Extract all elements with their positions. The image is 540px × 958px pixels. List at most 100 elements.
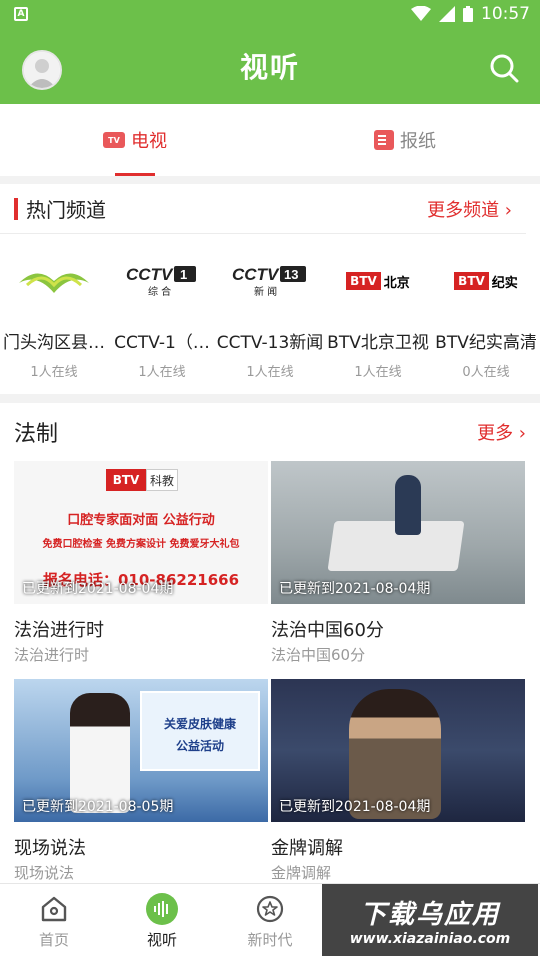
nav-home-label: 首页 xyxy=(38,930,69,949)
program-thumbnail: 关爱皮肤健康 公益活动 已更新到2021-08-05期 xyxy=(14,679,268,822)
channel-name: BTV纪实高清 xyxy=(435,333,537,353)
thumb-board-line-2: 公益活动 xyxy=(175,739,224,753)
star-circle-icon xyxy=(254,893,286,925)
thumb-board: 关爱皮肤健康 公益活动 xyxy=(140,691,260,771)
thumb-person xyxy=(395,475,421,535)
channel-name: 门头沟区县… xyxy=(3,333,105,353)
nav-new-era[interactable]: 新时代 xyxy=(216,884,324,958)
thumb-line-1: 口腔专家面对面 公益行动 xyxy=(67,513,215,528)
hot-channels-header: 热门频道 更多频道 › xyxy=(0,184,526,234)
notification-a-icon: A xyxy=(14,7,28,21)
program-card[interactable]: 已更新到2021-08-04期 金牌调解 金牌调解 xyxy=(271,679,525,897)
page-title: 视听 xyxy=(239,51,300,84)
cctv13-logo-text: CCTV xyxy=(232,265,280,284)
legal-more-link[interactable]: 更多 › xyxy=(477,419,526,445)
program-title: 现场说法 xyxy=(14,838,86,859)
home-icon xyxy=(38,893,70,925)
user-icon xyxy=(24,52,60,88)
hot-channels-section: 热门频道 更多频道 › 门头沟区县… 1人在线 CCTV 1 综 合 CCTV-… xyxy=(0,184,540,394)
legal-section: 法制 更多 › BTV 科教 口腔专家面对面 公益行动 免费口腔检查 免费方案设… xyxy=(0,403,540,883)
program-title: 法治进行时 xyxy=(14,620,104,641)
more-channels-link[interactable]: 更多频道 › xyxy=(427,196,512,222)
wifi-icon xyxy=(411,6,431,21)
legal-title: 法制 xyxy=(14,422,59,447)
thumb-brand-sub: 科教 xyxy=(146,469,178,491)
nav-home[interactable]: 首页 xyxy=(0,884,108,958)
program-subtitle: 金牌调解 xyxy=(271,864,332,882)
cctv13-logo-num: 13 xyxy=(284,267,298,282)
hot-channels-title: 热门频道 xyxy=(14,194,106,223)
search-button[interactable] xyxy=(488,52,520,84)
channel-online-count: 0人在线 xyxy=(462,365,510,380)
channel-list: 门头沟区县… 1人在线 CCTV 1 综 合 CCTV-1（… 1人在线 CCT… xyxy=(0,256,540,380)
program-thumbnail: 已更新到2021-08-04期 xyxy=(271,461,525,604)
thumb-line-2: 免费口腔检查 免费方案设计 免费爱牙大礼包 xyxy=(42,539,240,550)
tab-tv[interactable]: TV 电视 xyxy=(0,104,270,176)
newspaper-icon xyxy=(374,130,394,150)
program-card[interactable]: 已更新到2021-08-04期 法治中国60分 法治中国60分 xyxy=(271,461,525,679)
nav-audiovisual[interactable]: 视听 xyxy=(108,884,216,958)
tab-tv-label: 电视 xyxy=(131,131,167,152)
thumb-board-line-1: 关爱皮肤健康 xyxy=(163,717,236,731)
watermark-title: 下载乌应用 xyxy=(359,899,500,930)
program-thumbnail: BTV 科教 口腔专家面对面 公益行动 免费口腔检查 免费方案设计 免费爱牙大礼… xyxy=(14,461,268,604)
status-bar: A 10:57 xyxy=(0,0,540,28)
program-subtitle: 法治进行时 xyxy=(14,646,90,664)
update-label: 已更新到2021-08-04期 xyxy=(279,581,431,597)
program-title: 金牌调解 xyxy=(271,838,343,859)
content-tabs: TV 电视 报纸 xyxy=(0,104,540,176)
cctv13-logo: CCTV 13 新 闻 xyxy=(225,256,315,306)
channel-item[interactable]: CCTV 1 综 合 CCTV-1（… 1人在线 xyxy=(108,256,216,380)
btv-beijing-text: 北京 xyxy=(383,275,410,291)
nav-new-era-label: 新时代 xyxy=(247,930,293,949)
battery-icon xyxy=(463,6,473,22)
status-time: 10:57 xyxy=(481,4,530,24)
channel-item[interactable]: CCTV 13 新 闻 CCTV-13新闻 1人在线 xyxy=(216,256,324,380)
channel-name: CCTV-13新闻 xyxy=(216,333,324,353)
program-card[interactable]: 关爱皮肤健康 公益活动 已更新到2021-08-05期 现场说法 现场说法 xyxy=(14,679,268,897)
cctv1-logo-text: CCTV xyxy=(126,265,174,284)
update-label: 已更新到2021-08-05期 xyxy=(22,799,174,815)
channel-item[interactable]: BTV 纪实 BTV纪实高清 0人在线 xyxy=(432,256,540,380)
channel-item[interactable]: BTV 北京 BTV北京卫视 1人在线 xyxy=(324,256,432,380)
signal-icon xyxy=(439,6,455,22)
thumb-anchor xyxy=(70,693,130,813)
program-grid: BTV 科教 口腔专家面对面 公益行动 免费口腔检查 免费方案设计 免费爱牙大礼… xyxy=(0,461,540,897)
thumb-brand: BTV xyxy=(106,469,146,491)
top-bar: A 10:57 视听 xyxy=(0,0,540,104)
program-thumbnail: 已更新到2021-08-04期 xyxy=(271,679,525,822)
avatar[interactable] xyxy=(22,50,62,90)
channel-online-count: 1人在线 xyxy=(30,365,78,380)
cctv1-logo-sub: 综 合 xyxy=(148,285,171,298)
search-icon xyxy=(490,54,519,83)
cctv1-logo: CCTV 1 综 合 xyxy=(117,256,207,306)
program-subtitle: 法治中国60分 xyxy=(271,646,366,664)
program-card[interactable]: BTV 科教 口腔专家面对面 公益行动 免费口腔检查 免费方案设计 免费爱牙大礼… xyxy=(14,461,268,679)
update-label: 已更新到2021-08-04期 xyxy=(22,581,174,597)
program-title: 法治中国60分 xyxy=(271,620,384,641)
watermark: 下载乌应用 www.xiazainiao.com xyxy=(322,884,538,956)
nav-audiovisual-label: 视听 xyxy=(146,930,177,949)
channel-online-count: 1人在线 xyxy=(354,365,402,380)
btv-badge: BTV xyxy=(346,272,381,290)
cctv13-logo-sub: 新 闻 xyxy=(254,285,277,298)
audio-wave-icon xyxy=(146,892,178,925)
green-arc-logo xyxy=(9,256,99,306)
update-label: 已更新到2021-08-04期 xyxy=(279,799,431,815)
channel-online-count: 1人在线 xyxy=(138,365,186,380)
tab-newspaper-label: 报纸 xyxy=(400,131,436,152)
program-subtitle: 现场说法 xyxy=(14,864,75,882)
legal-header: 法制 更多 › xyxy=(0,403,540,461)
cctv1-logo-num: 1 xyxy=(180,267,187,282)
channel-name: BTV北京卫视 xyxy=(327,333,429,353)
btv-beijing-logo: BTV 北京 xyxy=(333,256,423,306)
channel-item[interactable]: 门头沟区县… 1人在线 xyxy=(0,256,108,380)
btv-badge: BTV xyxy=(454,272,489,290)
app-bar: 视听 xyxy=(0,28,540,104)
watermark-url: www.xiazainiao.com xyxy=(349,930,511,947)
btv-jishi-logo: BTV 纪实 xyxy=(441,256,531,306)
tab-newspaper[interactable]: 报纸 xyxy=(270,104,540,176)
btv-jishi-text: 纪实 xyxy=(491,275,518,291)
channel-online-count: 1人在线 xyxy=(246,365,294,380)
channel-name: CCTV-1（… xyxy=(114,333,210,353)
